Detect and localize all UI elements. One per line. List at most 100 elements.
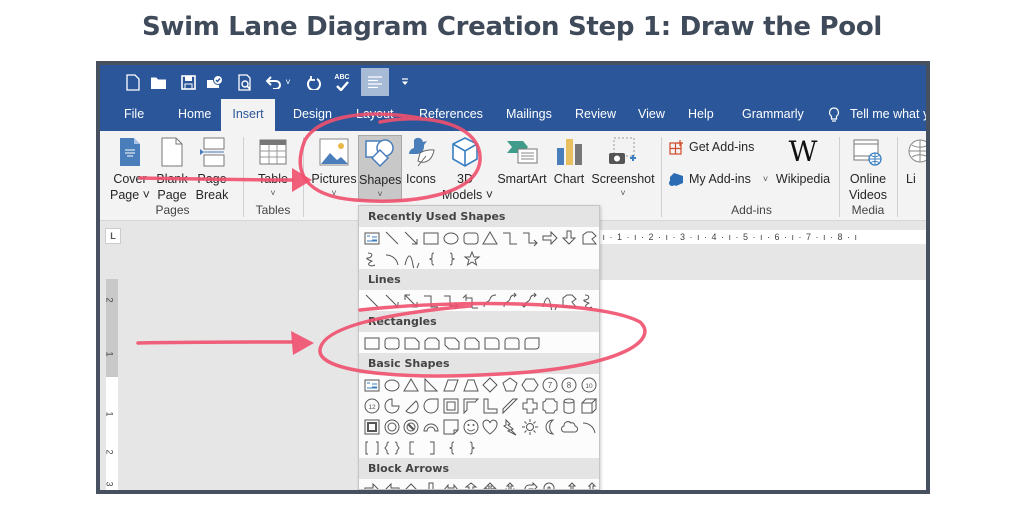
tell-me-search[interactable]: Tell me what y (850, 99, 926, 131)
shape-freeform-icon[interactable] (579, 228, 599, 248)
shape-left-bracket-icon[interactable] (402, 438, 422, 458)
screenshot-button[interactable]: Screenshot ˅ (590, 135, 656, 199)
shape-heptagon-icon[interactable]: 7 (540, 375, 560, 395)
print-icon[interactable] (204, 70, 226, 94)
shape-rounded-rectangle-icon[interactable] (382, 333, 402, 353)
shape-down-arrow-icon[interactable] (560, 228, 580, 248)
smartart-button[interactable]: SmartArt (494, 135, 550, 187)
document-page[interactable] (595, 280, 926, 490)
horizontal-ruler[interactable]: · ı · 1 · ı · 2 · ı · 3 · ı · 4 · ı · 5 … (595, 230, 926, 244)
shape-frame-icon[interactable] (441, 396, 461, 416)
shape-snip-round-single-icon[interactable] (462, 333, 482, 353)
chart-button[interactable]: Chart (551, 135, 587, 187)
blank-page-button[interactable]: Blank Page (154, 135, 190, 203)
shapes-button[interactable]: Shapes ˅ (358, 135, 402, 201)
shape-oval-icon[interactable] (441, 228, 461, 248)
shape-right-brace-icon[interactable] (442, 249, 462, 269)
shape-double-brace-icon[interactable] (382, 438, 402, 458)
customize-qat-icon[interactable] (394, 70, 416, 94)
shape-rectangle-icon[interactable] (362, 333, 382, 353)
shape-diamond-icon[interactable] (481, 375, 501, 395)
shape-parallelogram-icon[interactable] (441, 375, 461, 395)
shape-up-arrow-icon[interactable] (402, 480, 422, 489)
shape-left-right-arrow-icon[interactable] (441, 480, 461, 489)
shape-arrow-line-icon[interactable] (382, 291, 402, 311)
shape-text-box-icon[interactable] (362, 228, 382, 248)
shape-elbow-connector-icon[interactable] (500, 228, 520, 248)
shape-cross-icon[interactable] (520, 396, 540, 416)
shape-freeform-icon[interactable] (560, 291, 580, 311)
shape-curve-icon[interactable] (540, 291, 560, 311)
3d-models-button[interactable]: 3D Models ˅ (442, 135, 493, 203)
shape-donut-icon[interactable] (382, 417, 402, 437)
shape-moon-icon[interactable] (540, 417, 560, 437)
shape-scribble-icon[interactable] (362, 249, 382, 269)
shape-folded-corner-icon[interactable] (441, 417, 461, 437)
shape-curved-double-arrow-icon[interactable] (520, 291, 540, 311)
shape-snip-same-side-icon[interactable] (422, 333, 442, 353)
shape-line-icon[interactable] (382, 228, 402, 248)
shape-left-brace-icon[interactable] (422, 249, 442, 269)
tab-mailings[interactable]: Mailings (500, 99, 558, 131)
shape-double-arrow-line-icon[interactable] (402, 291, 422, 311)
shape-elbow-connector-icon[interactable] (421, 291, 441, 311)
shape-triangle-icon[interactable] (481, 228, 501, 248)
shape-left-brace-icon[interactable] (442, 438, 462, 458)
tab-grammarly[interactable]: Grammarly (736, 99, 810, 131)
shape-arc-icon[interactable] (579, 417, 599, 437)
shape-snip-single-corner-icon[interactable] (402, 333, 422, 353)
shape-left-right-up-arrow-icon[interactable] (500, 480, 520, 489)
shape-right-brace-icon[interactable] (462, 438, 482, 458)
shape-double-bracket-icon[interactable] (362, 438, 382, 458)
shape-block-arc-icon[interactable] (421, 417, 441, 437)
shape-star-icon[interactable] (462, 249, 482, 269)
shape-octagon-icon[interactable]: 8 (560, 375, 580, 395)
shape-bent-up-arrow-icon[interactable] (579, 480, 599, 489)
shape-left-up-arrow-icon[interactable] (560, 480, 580, 489)
tab-view[interactable]: View (632, 99, 671, 131)
shape-right-bracket-icon[interactable] (422, 438, 442, 458)
shape-arc-icon[interactable] (382, 249, 402, 269)
shape-half-frame-icon[interactable] (461, 396, 481, 416)
shape-curved-connector-icon[interactable] (481, 291, 501, 311)
page-break-button[interactable]: Page Break (194, 135, 230, 203)
shape-line-icon[interactable] (362, 291, 382, 311)
save-icon[interactable] (177, 70, 199, 94)
shape-oval-icon[interactable] (382, 375, 402, 395)
undo-icon[interactable] (263, 70, 285, 94)
shape-elbow-arrow-connector-icon[interactable] (441, 291, 461, 311)
table-button[interactable]: Table ˅ (252, 135, 294, 199)
online-videos-button[interactable]: Online Videos (844, 135, 892, 203)
shape-right-arrow-icon[interactable] (540, 228, 560, 248)
shape-cube-icon[interactable] (579, 396, 599, 416)
shape-elbow-arrow-connector-icon[interactable] (520, 228, 540, 248)
shape-hexagon-icon[interactable] (520, 375, 540, 395)
shape-right-triangle-icon[interactable] (421, 375, 441, 395)
undo-dropdown-icon[interactable]: ˅ (283, 70, 293, 94)
pictures-button[interactable]: Pictures ˅ (309, 135, 359, 199)
print-preview-icon[interactable] (234, 70, 256, 94)
shape-cloud-icon[interactable] (560, 417, 580, 437)
shape-trapezoid-icon[interactable] (461, 375, 481, 395)
shape-quad-arrow-icon[interactable] (481, 480, 501, 489)
tab-insert[interactable]: Insert (221, 99, 275, 131)
tab-references[interactable]: References (413, 99, 489, 131)
shape-elbow-double-arrow-icon[interactable] (461, 291, 481, 311)
spelling-check-icon[interactable]: ABC (331, 70, 353, 94)
shape-u-turn-arrow-icon[interactable] (540, 480, 560, 489)
get-addins-button[interactable]: Get Add-ins (669, 139, 754, 155)
open-folder-icon[interactable] (148, 70, 170, 94)
shape-arrow-line-icon[interactable] (402, 228, 422, 248)
shape-curved-arrow-connector-icon[interactable] (500, 291, 520, 311)
shape-pentagon-icon[interactable] (500, 375, 520, 395)
shape-chord-icon[interactable] (402, 396, 422, 416)
icons-button[interactable]: Icons (403, 135, 439, 187)
shape-triangle-icon[interactable] (402, 375, 422, 395)
redo-icon[interactable] (303, 70, 325, 94)
shape-decagon-icon[interactable]: 10 (579, 375, 599, 395)
shape-sun-icon[interactable] (520, 417, 540, 437)
shape-text-box-icon[interactable] (362, 375, 382, 395)
shape-round-diagonal-icon[interactable] (522, 333, 542, 353)
tab-file[interactable]: File (118, 99, 150, 131)
new-document-icon[interactable] (122, 70, 144, 94)
